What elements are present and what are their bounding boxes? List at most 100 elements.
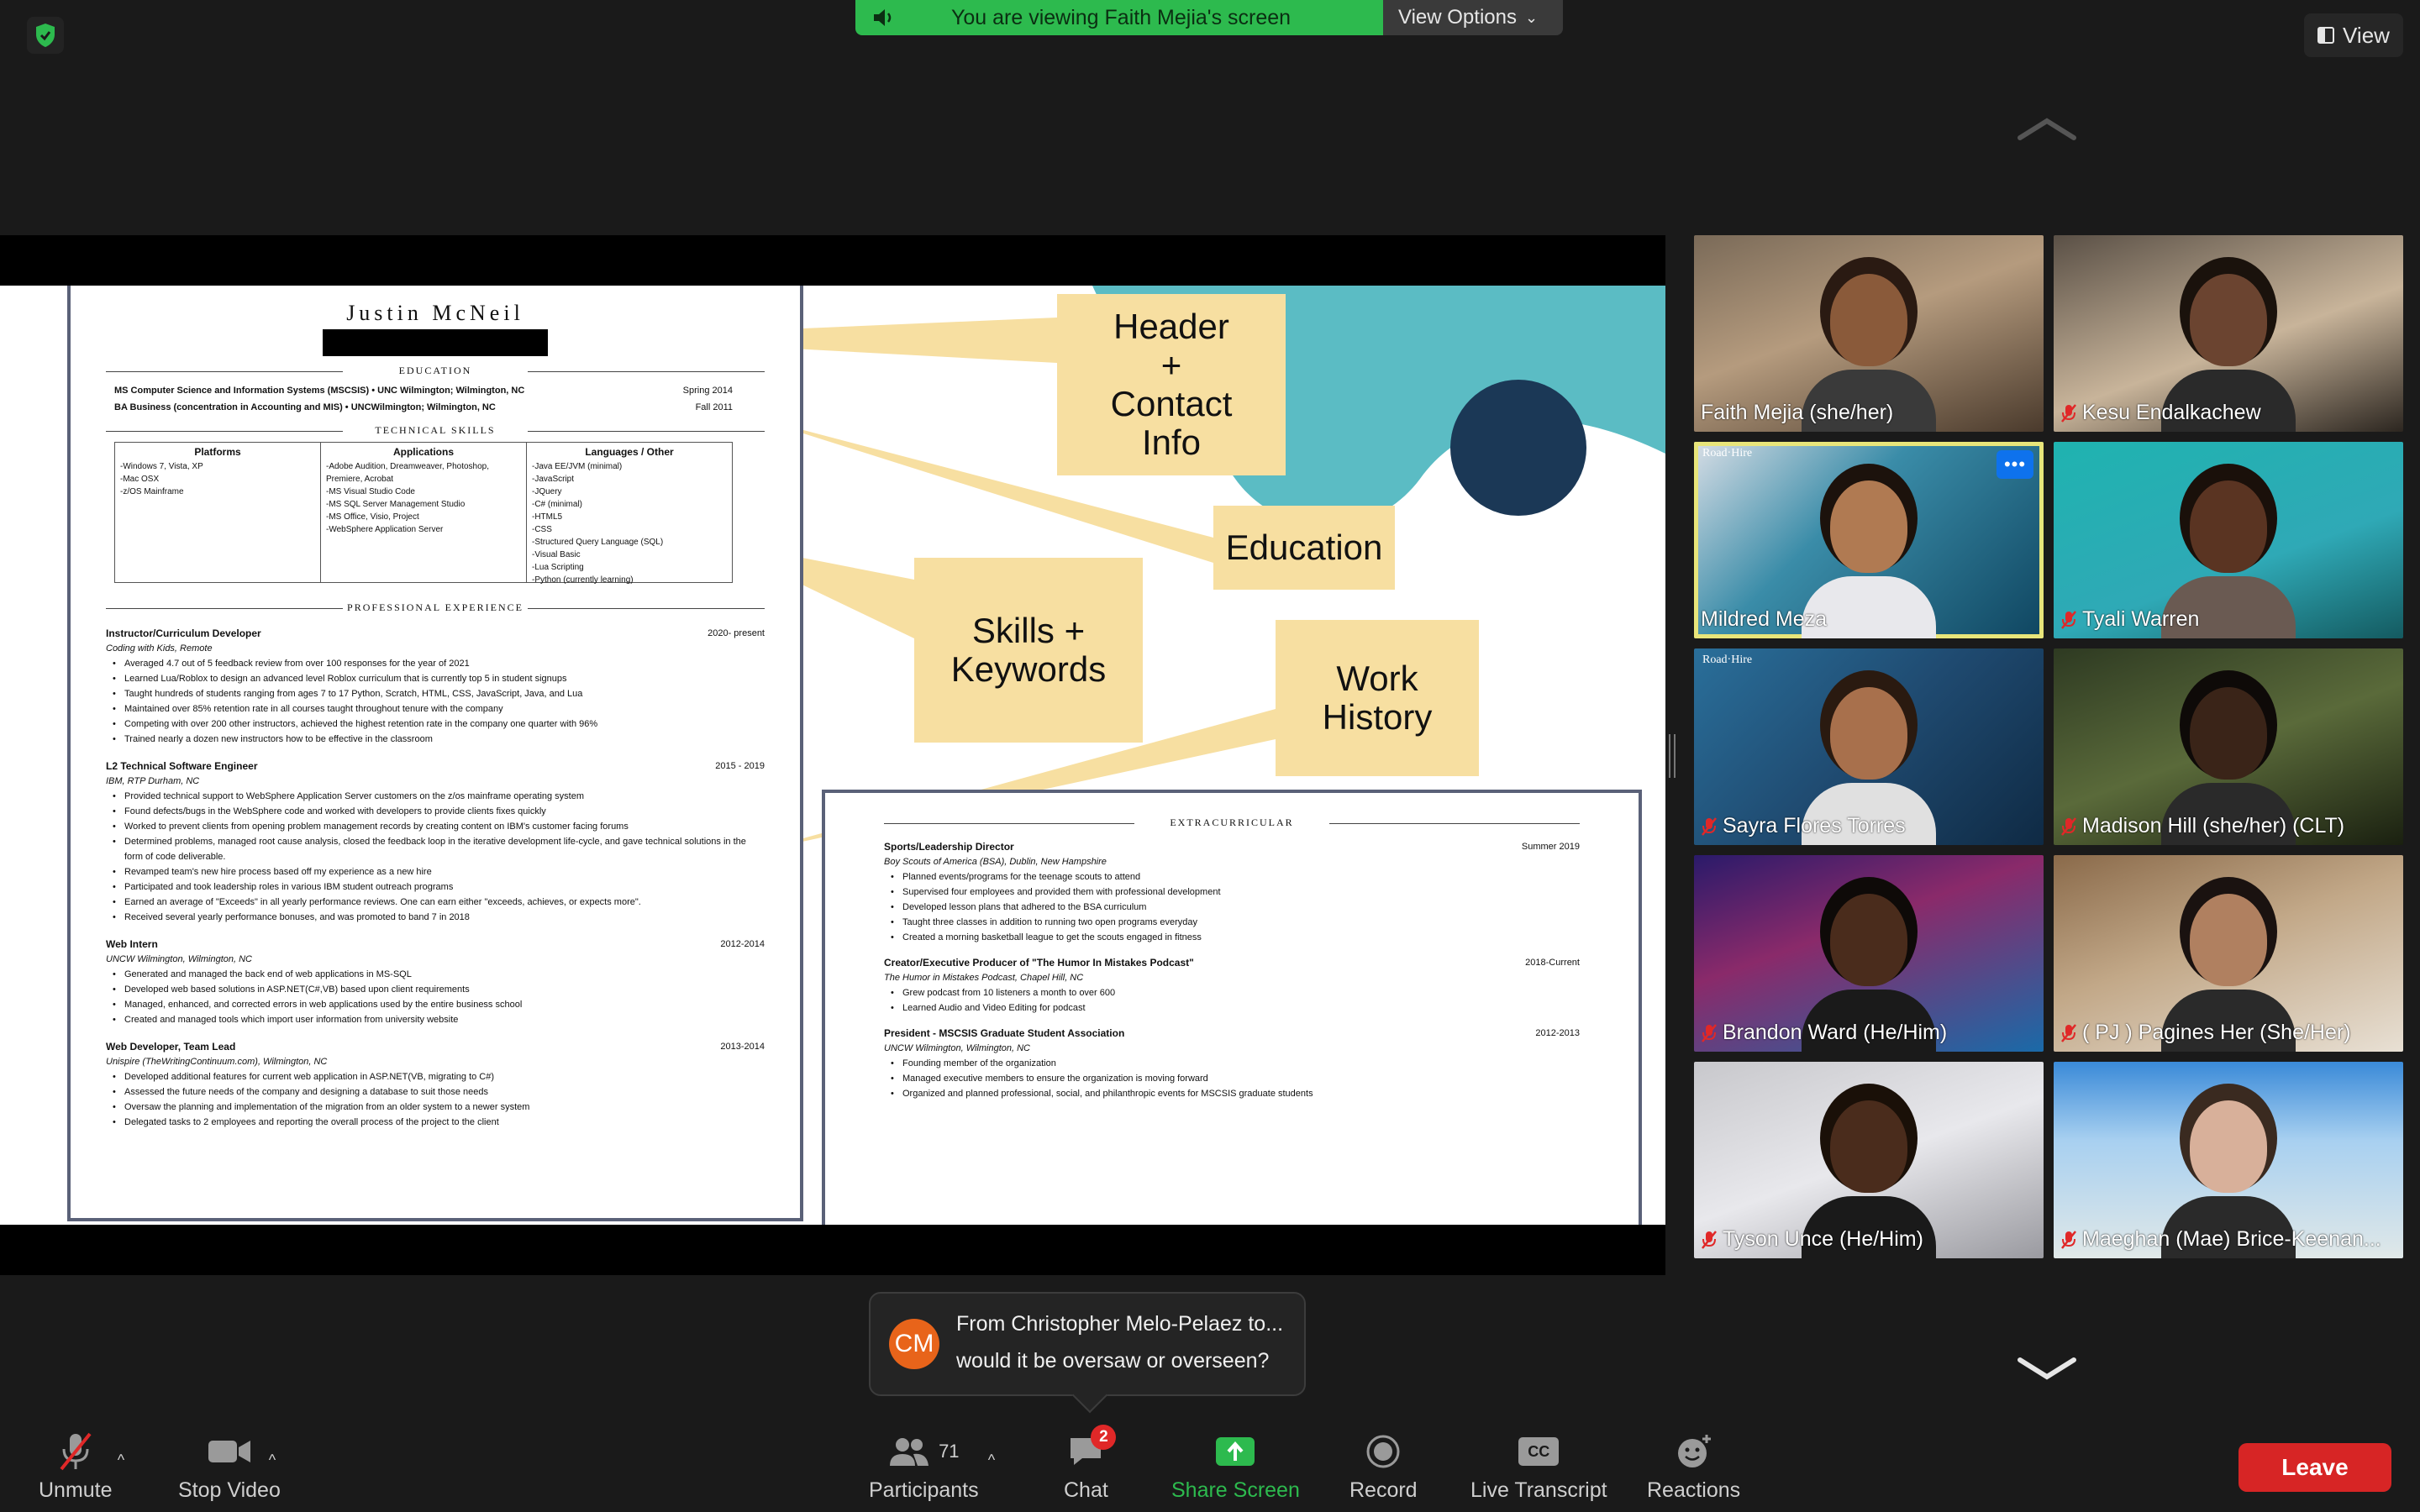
live-transcript-button[interactable]: CC Live Transcript — [1470, 1430, 1607, 1503]
chat-button[interactable]: 2 Chat — [1064, 1425, 1117, 1503]
meeting-toolbar: Unmute ^ Stop Video ^ 71 Participants ^ … — [0, 1420, 2420, 1512]
participant-face — [1830, 687, 1907, 780]
job-bullet: Averaged 4.7 out of 5 feedback review fr… — [113, 656, 765, 671]
record-label: Record — [1349, 1478, 1418, 1502]
participants-button[interactable]: 71 Participants — [869, 1430, 979, 1503]
microphone-muted-icon — [60, 1432, 92, 1471]
participant-name-label: Brandon Ward (He/Him) — [1701, 1021, 1947, 1045]
job-bullet: Worked to prevent clients from opening p… — [113, 819, 765, 834]
viewing-screen-banner: You are viewing Faith Mejia's screen — [855, 0, 1383, 35]
extracurricular-bullet: Created a morning basketball league to g… — [891, 930, 1580, 945]
job-organization: UNCW Wilmington, Wilmington, NC — [106, 954, 252, 964]
participant-video-tile[interactable]: Kesu Endalkachew — [2054, 235, 2403, 432]
job-bullet: Received several yearly performance bonu… — [113, 910, 765, 925]
extracurricular-bullets: Planned events/programs for the teenage … — [884, 869, 1580, 945]
job-organization: Unispire (TheWritingContinuum.com), Wilm… — [106, 1057, 328, 1067]
chat-notification-toast[interactable]: CM From Christopher Melo-Pelaez to... wo… — [869, 1292, 1306, 1396]
participant-name: Tyali Warren — [2082, 607, 2200, 631]
job-title: Instructor/Curriculum Developer — [106, 627, 261, 639]
job-date: 2020- present — [708, 628, 765, 638]
participant-video-tile[interactable]: ( PJ ) Pagines Her (She/Her) — [2054, 855, 2403, 1052]
participants-icon — [890, 1438, 929, 1466]
stop-video-button[interactable]: Stop Video — [178, 1430, 281, 1503]
participant-video-tile[interactable]: Road·Hire Sayra Flores Torres — [1694, 648, 2044, 845]
participant-name: ( PJ ) Pagines Her (She/Her) — [2082, 1021, 2351, 1044]
participant-name: Kesu Endalkachew — [2082, 401, 2261, 424]
participant-name-label: Tyali Warren — [2060, 607, 2199, 632]
gallery-view-icon — [2317, 27, 2335, 44]
skills-column: Platforms -Windows 7, Vista, XP -Mac OSX … — [115, 443, 321, 582]
resume-skills-heading: TECHNICAL SKILLS — [106, 424, 765, 437]
participant-video-tile[interactable]: Maeghan (Mae) Brice-Keenan... — [2054, 1062, 2403, 1258]
speaker-icon — [872, 3, 901, 32]
participant-face — [2190, 687, 2267, 780]
participant-video-tile[interactable]: Tyson Unce (He/Him) — [1694, 1062, 2044, 1258]
muted-mic-icon — [2061, 1023, 2076, 1042]
participant-video-tile[interactable]: Faith Mejia (she/her) — [1694, 235, 2044, 432]
skills-column-items: -Windows 7, Vista, XP -Mac OSX -z/OS Mai… — [120, 462, 203, 496]
job-bullet: Taught hundreds of students ranging from… — [113, 686, 765, 701]
extracurricular-entry: Creator/Executive Producer of "The Humor… — [884, 955, 1580, 1016]
participant-name-label: Sayra Flores Torres — [1701, 814, 1906, 838]
job-entry: Web Intern 2012-2014 UNCW Wilmington, Wilm… — [106, 937, 765, 1027]
participant-video-tile[interactable]: Brandon Ward (He/Him) — [1694, 855, 2044, 1052]
participant-video-tile[interactable]: Madison Hill (she/her) (CLT) — [2054, 648, 2403, 845]
reactions-label: Reactions — [1647, 1478, 1741, 1502]
more-options-button[interactable]: ••• — [1996, 450, 2033, 479]
job-bullet: Developed web based solutions in ASP.NET… — [113, 982, 765, 997]
extracurricular-organization: UNCW Wilmington, Wilmington, NC — [884, 1043, 1030, 1053]
resume-education-heading: EDUCATION — [106, 365, 765, 377]
skills-column-heading: Applications — [392, 446, 454, 458]
participant-name: Brandon Ward (He/Him) — [1723, 1021, 1948, 1044]
unmute-button[interactable]: Unmute — [39, 1430, 113, 1503]
job-bullet: Found defects/bugs in the WebSphere code… — [113, 804, 765, 819]
leave-button[interactable]: Leave — [2238, 1443, 2391, 1492]
shared-slide: Justin McNeil EDUCATION MS Computer Scie… — [0, 286, 1665, 1225]
skills-column-heading: Platforms — [194, 446, 241, 458]
muted-mic-icon — [2061, 816, 2076, 836]
chat-label: Chat — [1064, 1478, 1108, 1502]
participant-face — [2190, 894, 2267, 986]
gallery-scroll-up-arrow[interactable] — [2017, 116, 2077, 145]
video-camera-icon — [208, 1441, 250, 1462]
extracurricular-entry: President - MSCSIS Graduate Student Asso… — [884, 1026, 1580, 1101]
job-entry-header: Web Intern 2012-2014 — [106, 937, 765, 952]
job-bullet: Created and managed tools which import u… — [113, 1012, 765, 1027]
education-row: BA Business (concentration in Accounting… — [106, 399, 765, 416]
job-bullet: Determined problems, managed root cause … — [113, 834, 765, 864]
participant-name-label: Madison Hill (she/her) (CLT) — [2060, 814, 2344, 838]
job-bullet: Trained nearly a dozen new instructors h… — [113, 732, 765, 747]
record-button[interactable]: Record — [1349, 1430, 1418, 1503]
virtual-background-logo: Road·Hire — [1702, 654, 1753, 666]
participant-video-tile[interactable]: Tyali Warren — [2054, 442, 2403, 638]
split-resize-handle[interactable] — [1669, 734, 1676, 778]
job-title: L2 Technical Software Engineer — [106, 760, 258, 772]
redacted-contact-info — [323, 329, 548, 356]
job-bullets: Developed additional features for curren… — [106, 1069, 765, 1130]
callout-header-text: Header + Contact Info — [1110, 307, 1233, 462]
callout-education: Education — [1213, 506, 1395, 590]
gallery-scroll-down-arrow[interactable] — [2017, 1357, 2077, 1386]
participants-label: Participants — [869, 1478, 979, 1502]
reactions-button[interactable]: Reactions — [1647, 1430, 1740, 1503]
education-row: MS Computer Science and Information Syst… — [106, 382, 765, 399]
chat-unread-badge: 2 — [1091, 1425, 1117, 1450]
view-button[interactable]: View — [2304, 13, 2403, 57]
participant-face — [2190, 274, 2267, 366]
chevron-down-icon: ⌄ — [1524, 8, 1539, 26]
viewing-screen-text: You are viewing Faith Mejia's screen — [951, 5, 1292, 29]
extracurricular-entry-header: Sports/Leadership Director Summer 2019 — [884, 839, 1580, 854]
participant-name: Sayra Flores Torres — [1723, 814, 1906, 837]
extracurricular-entry-header: Creator/Executive Producer of "The Humor… — [884, 955, 1580, 970]
security-shield-icon[interactable] — [27, 17, 64, 54]
job-date: 2013-2014 — [720, 1042, 765, 1052]
view-options-dropdown[interactable]: View Options ⌄ — [1383, 0, 1563, 35]
job-title: Web Intern — [106, 938, 158, 950]
share-screen-button[interactable]: Share Screen — [1171, 1430, 1300, 1503]
participant-video-tile[interactable]: Road·Hire ••• Mildred Meza — [1694, 442, 2044, 638]
chat-message-text: would it be oversaw or overseen? — [956, 1349, 1270, 1373]
participant-name-label: Maeghan (Mae) Brice-Keenan... — [2060, 1227, 2381, 1252]
job-bullets: Generated and managed the back end of we… — [106, 967, 765, 1027]
education-date: Fall 2011 — [695, 402, 733, 412]
share-screen-label: Share Screen — [1171, 1478, 1300, 1502]
